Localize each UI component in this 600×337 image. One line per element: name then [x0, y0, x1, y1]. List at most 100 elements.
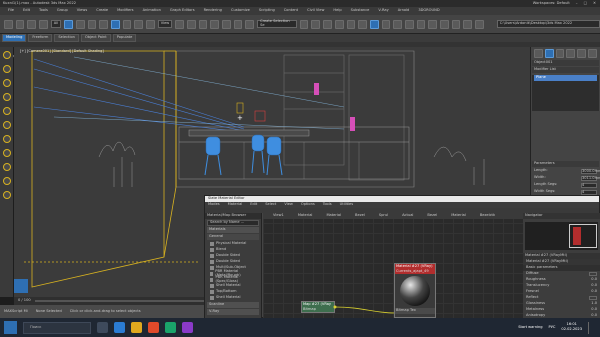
menu-item[interactable]: Modifiers: [117, 9, 133, 13]
param-spinner[interactable]: 3000.0mm: [581, 168, 600, 174]
parameters-rollout[interactable]: Parameters: [532, 161, 599, 167]
curve-editor-icon[interactable]: [346, 19, 356, 29]
browser-item[interactable]: Shell Material: [210, 283, 256, 289]
material-param-value[interactable]: 0.0: [591, 308, 597, 312]
menu-item[interactable]: File: [8, 9, 14, 13]
display-tab-icon[interactable]: [577, 49, 587, 58]
percent-snap-icon[interactable]: [233, 19, 243, 29]
menu-item[interactable]: Substance: [351, 9, 370, 13]
menu-item[interactable]: Tools: [39, 9, 48, 13]
align-icon[interactable]: [311, 19, 321, 29]
undo-icon[interactable]: [4, 19, 13, 29]
create-sphere-icon[interactable]: [2, 51, 11, 59]
create-particle-icon[interactable]: [2, 177, 11, 185]
param-spinner[interactable]: 4: [581, 182, 597, 188]
browser-item[interactable]: Blend: [210, 247, 256, 253]
slate-menu-item[interactable]: Select: [265, 203, 276, 207]
taskbar-search-input[interactable]: Поиск: [23, 321, 91, 334]
redo-icon[interactable]: [15, 19, 25, 29]
node-graph-view[interactable]: View1 Material Material Bezel Sprul Actual Bez…: [263, 213, 523, 318]
slate-menu-item[interactable]: Material: [228, 203, 243, 207]
corona-icon[interactable]: [451, 19, 461, 29]
menu-item[interactable]: Create: [96, 9, 108, 13]
object-name-field[interactable]: Object001: [532, 60, 599, 66]
layer-icon[interactable]: [323, 19, 332, 29]
create-cylinder-icon[interactable]: [2, 79, 11, 87]
menu-item[interactable]: Customize: [231, 9, 250, 13]
param-spinner[interactable]: 4: [581, 189, 597, 195]
reference-coordinate-dropdown[interactable]: View: [157, 20, 173, 28]
create-space-warp-icon[interactable]: [2, 163, 11, 171]
color-swatch[interactable]: [589, 272, 597, 276]
param-spinner[interactable]: 3011.0mm: [581, 175, 600, 181]
menu-item[interactable]: Civil View: [307, 9, 324, 13]
select-by-name-icon[interactable]: [75, 19, 85, 29]
named-selection-set[interactable]: Create Selection Se: [257, 20, 297, 28]
mirror-icon[interactable]: [299, 19, 309, 29]
menu-item[interactable]: 3DGROUND: [418, 9, 439, 13]
color-swatch[interactable]: [589, 296, 597, 300]
show-desktop-button[interactable]: [588, 321, 594, 334]
browser-item[interactable]: Shell Material: [210, 295, 256, 301]
create-system-icon[interactable]: [2, 149, 11, 157]
browser-item[interactable]: Double Sided: [210, 259, 256, 265]
slate-menu-item[interactable]: Utilities: [340, 203, 354, 207]
material-param-value[interactable]: 0.0: [591, 284, 597, 288]
close-icon[interactable]: ✕: [593, 1, 596, 6]
selection-filter-dropdown[interactable]: All: [50, 20, 62, 28]
motion-tab-icon[interactable]: [566, 49, 576, 58]
menu-item[interactable]: Graph Editors: [170, 9, 195, 13]
pivot-icon[interactable]: [175, 19, 184, 29]
rendered-frame-window-icon[interactable]: [393, 19, 402, 29]
file-explorer-icon[interactable]: [131, 322, 142, 333]
browser-search-input[interactable]: Search by Name ...: [207, 220, 259, 226]
windows-start-icon[interactable]: [4, 321, 17, 334]
modifier-list-dropdown[interactable]: Modifier List: [532, 67, 599, 73]
link-icon[interactable]: [27, 19, 37, 29]
ribbon-tab[interactable]: Modeling: [2, 34, 27, 42]
render-production-icon[interactable]: [404, 19, 414, 29]
material-editor-icon[interactable]: [369, 19, 379, 29]
move-icon[interactable]: [110, 19, 120, 29]
group-general[interactable]: General: [207, 234, 259, 240]
material-param-value[interactable]: 0.0: [591, 278, 597, 282]
place-icon[interactable]: [146, 19, 155, 29]
menu-item[interactable]: Animation: [143, 9, 161, 13]
maximize-icon[interactable]: □: [584, 1, 587, 6]
forest-icon[interactable]: [463, 19, 473, 29]
scale-icon[interactable]: [134, 19, 144, 29]
menu-item[interactable]: Arnold: [398, 9, 410, 13]
group-scanline[interactable]: Scanline: [207, 301, 259, 308]
clock[interactable]: 16:01 02.02.2023: [561, 323, 582, 331]
rotate-icon[interactable]: [122, 19, 132, 29]
browser-item[interactable]: Physical Material: [210, 241, 256, 247]
slate-menu-item[interactable]: Tools: [323, 203, 332, 207]
railclone-icon[interactable]: [475, 19, 484, 29]
edge-icon[interactable]: [114, 322, 125, 333]
browser-item[interactable]: Double Sided: [210, 253, 256, 259]
slate-menu-item[interactable]: View: [284, 203, 293, 207]
create-helper-icon[interactable]: [2, 121, 11, 129]
maxscript-listener[interactable]: MAXScript Mi: [4, 309, 28, 314]
group-vray[interactable]: V-Ray: [207, 308, 259, 315]
create-box-icon[interactable]: [2, 65, 11, 73]
create-compound-icon[interactable]: [2, 191, 11, 199]
modify-tab-icon[interactable]: [544, 49, 554, 58]
slate-menu-item[interactable]: Options: [301, 203, 315, 207]
slate-menu-item[interactable]: Edit: [250, 203, 257, 207]
ribbon-tab[interactable]: Selection: [54, 34, 79, 42]
stack-item-plane[interactable]: Plane: [534, 75, 597, 81]
language-indicator[interactable]: РУС: [549, 325, 556, 330]
select-manipulate-icon[interactable]: [186, 19, 196, 29]
menu-item[interactable]: Content: [284, 9, 298, 13]
hierarchy-tab-icon[interactable]: [555, 49, 565, 58]
workspace-label[interactable]: Workspaces: Default: [533, 1, 570, 6]
slate-menu-item[interactable]: Modes: [208, 203, 220, 207]
notification-text[interactable]: Start warning: [518, 325, 542, 330]
angle-snap-icon[interactable]: [222, 19, 231, 29]
schematic-view-icon[interactable]: [358, 19, 367, 29]
viewport-label[interactable]: [+] [Camera001] [Standard] [Default Shad…: [20, 49, 104, 54]
substance-icon[interactable]: [440, 19, 449, 29]
app-icon[interactable]: [182, 322, 193, 333]
menu-item[interactable]: Group: [57, 9, 68, 13]
